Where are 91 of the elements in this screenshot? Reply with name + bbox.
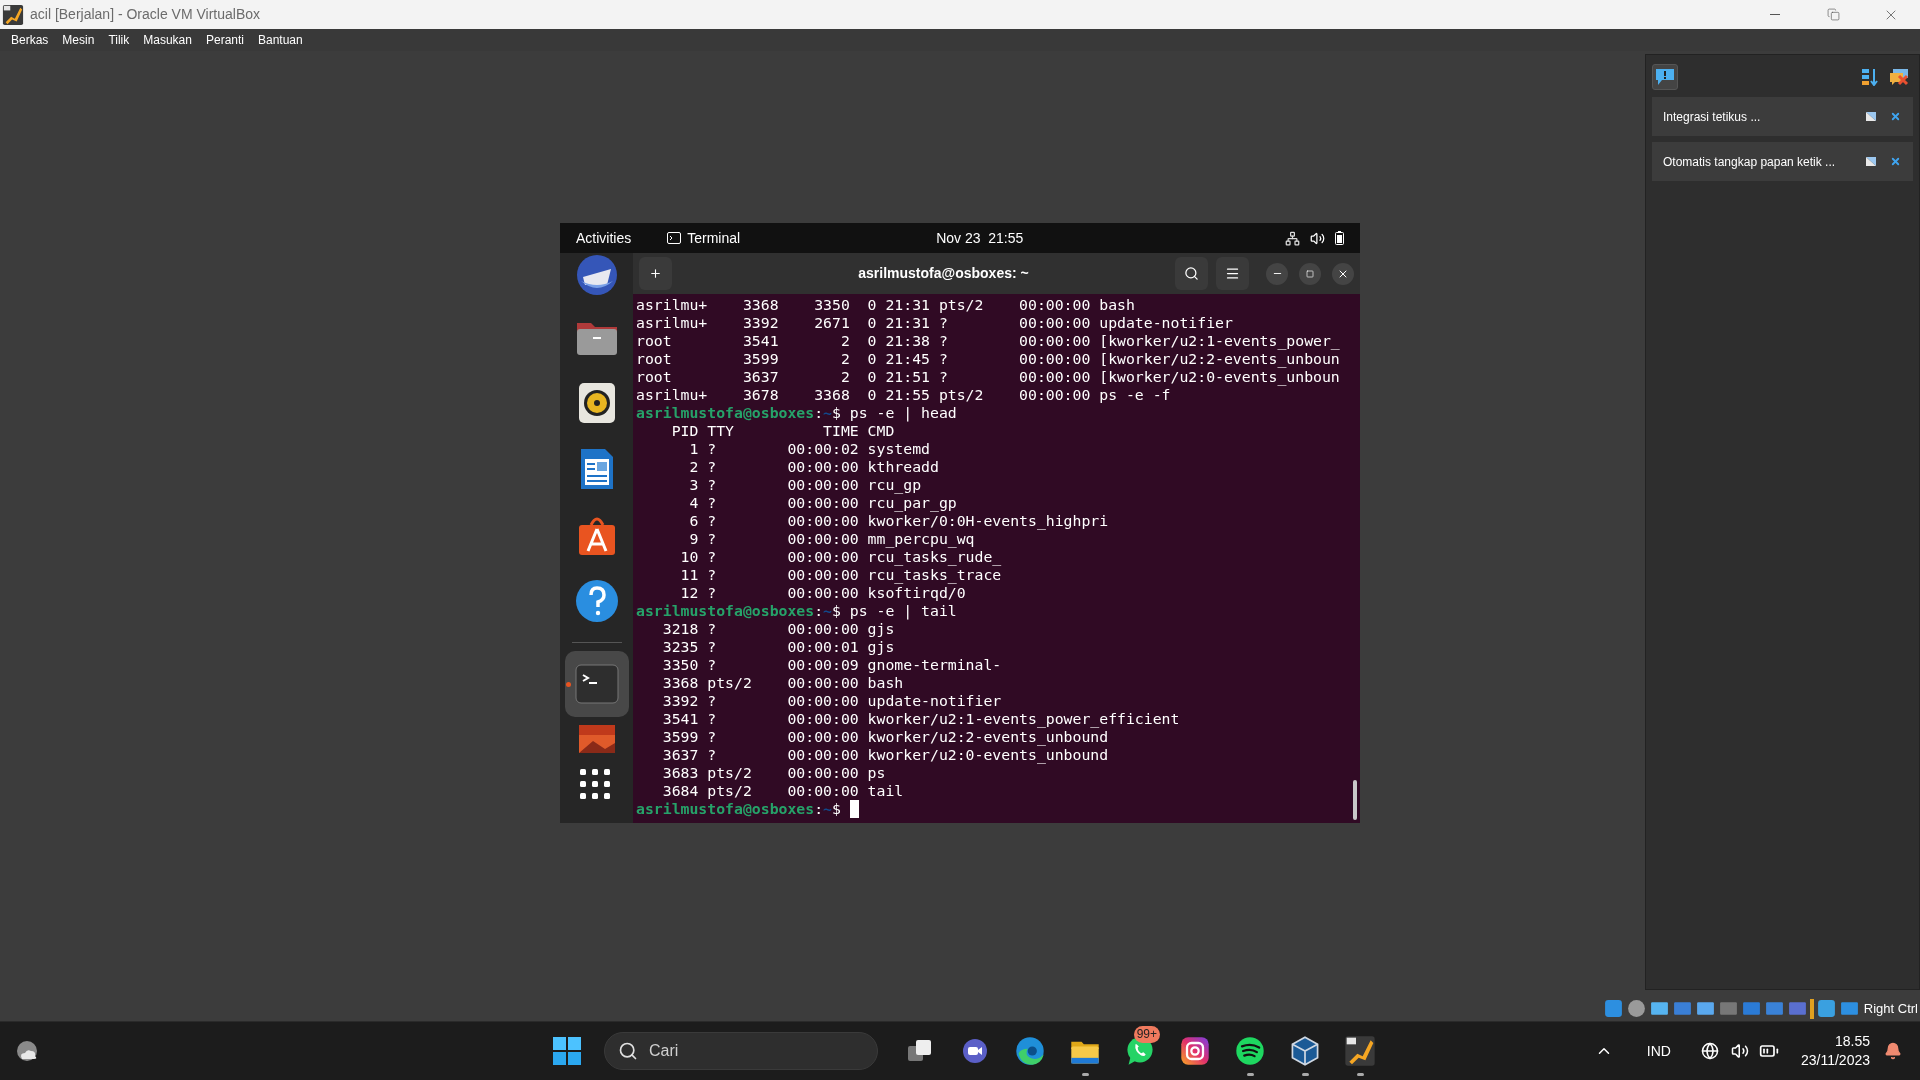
output-line: 3637 ? 00:00:00 kworker/u2:0-events_unbound [661, 746, 1109, 764]
notification-text: Integrasi tetikus ... [1663, 108, 1761, 126]
app-icon [2, 3, 24, 26]
terminal-icon[interactable] [574, 664, 619, 704]
menu-item[interactable]: Tilik [108, 34, 130, 46]
video-chat-icon[interactable] [961, 1037, 989, 1065]
scrollbar[interactable] [1353, 780, 1357, 820]
output-line: root 3637 2 0 21:51 ? 00:00:00 [kworker/u2:0-events_unboun [636, 368, 1340, 386]
close-icon[interactable] [1890, 156, 1901, 167]
globe-icon[interactable] [1700, 1042, 1719, 1060]
output-line: root 3541 2 0 21:38 ? 00:00:00 [kworker/u2:1-events_power_ [636, 332, 1340, 350]
notification-item[interactable]: Integrasi tetikus ... [1652, 97, 1913, 136]
clock[interactable]: 18.55 23/11/2023 [1800, 1032, 1870, 1070]
notification-item[interactable]: Otomatis tangkap papan ketik ... [1652, 142, 1913, 181]
cube-icon[interactable] [1289, 1035, 1321, 1067]
output-line: 11 ? 00:00:00 rcu_tasks_trace [679, 566, 1002, 584]
output-line: root 3599 2 0 21:45 ? 00:00:00 [kworker/u2:2-events_unboun [636, 350, 1340, 368]
refresh-icon[interactable] [1602, 998, 1624, 1019]
clock[interactable]: Nov 23 21:55 [936, 227, 1024, 249]
menu-item[interactable]: Bantuan [258, 34, 303, 46]
output-line: 9 ? 00:00:00 mm_percpu_wq [688, 530, 975, 548]
prompt-line: asrilmustofa@osboxes:~$ ps -e | tail [636, 602, 957, 620]
output-line: asrilmu+ 3368 3350 0 21:31 pts/2 00:00:00 bash [636, 296, 1135, 314]
taskbar-app[interactable]: 99+ [1120, 1024, 1160, 1078]
camera-icon[interactable] [1179, 1035, 1211, 1067]
image-icon[interactable] [576, 725, 617, 753]
menu-item[interactable]: Berkas [11, 34, 49, 46]
start-icon[interactable] [552, 1036, 582, 1066]
output-line: 3235 ? 00:00:01 gjs [661, 638, 895, 656]
restore-icon [1826, 8, 1840, 21]
activity-icon[interactable] [1809, 998, 1814, 1019]
output-line: 3350 ? 00:00:09 gnome-terminal- [661, 656, 1002, 674]
output-line: 1 ? 00:00:02 systemd [688, 440, 930, 458]
output-line: 3599 ? 00:00:00 kworker/u2:2-events_unbound [661, 728, 1109, 746]
battery-icon[interactable] [1335, 231, 1344, 245]
activities-button[interactable]: Activities [576, 227, 632, 249]
menu-button[interactable] [1216, 257, 1249, 290]
output-line: asrilmu+ 3392 2671 0 21:31 ? 00:00:00 update-notifier [636, 314, 1233, 332]
output-line: 10 ? 00:00:00 rcu_tasks_rude_ [679, 548, 1002, 566]
disc-icon[interactable] [1625, 998, 1647, 1019]
host-key-label: Right Ctrl [1863, 999, 1918, 1018]
notification-text: Otomatis tangkap papan ketik ... [1663, 153, 1836, 171]
search-field[interactable]: Cari [604, 1032, 878, 1070]
alert-bubble-icon [1655, 68, 1675, 86]
search-button[interactable] [1175, 257, 1208, 290]
output-line: 6 ? 00:00:00 kworker/0:0H-events_highpri [688, 512, 1109, 530]
output-line: 3541 ? 00:00:00 kworker/u2:1-events_power_efficient [661, 710, 1180, 728]
output-line: 4 ? 00:00:00 rcu_par_gp [688, 494, 957, 512]
menu-item[interactable]: Peranti [205, 34, 244, 46]
search-icon [1184, 266, 1199, 281]
sort-icon[interactable] [1861, 68, 1879, 86]
menu-item[interactable]: Masukan [143, 34, 192, 46]
close-icon[interactable] [1890, 111, 1901, 122]
menu-item[interactable]: Mesin [62, 34, 95, 46]
terminal-title: asrilmustofa@osboxes: ~ [857, 264, 1030, 283]
output-line: 3 ? 00:00:00 rcu_gp [688, 476, 922, 494]
mouse-integration-icon[interactable] [1815, 998, 1837, 1019]
window-title: acil [Berjalan] - Oracle VM VirtualBox [30, 5, 261, 24]
maximize-button[interactable] [1299, 262, 1321, 285]
maximize-icon [1306, 269, 1314, 278]
notification-badge: 99+ [1133, 1026, 1160, 1043]
output-line: 3684 pts/2 00:00:00 tail [661, 782, 904, 800]
alert-bubble-button[interactable] [1652, 64, 1678, 90]
time: 18.55 [1834, 1032, 1870, 1051]
volume-icon[interactable] [1730, 1042, 1749, 1060]
browser-icon[interactable] [1014, 1035, 1046, 1067]
minimize-icon [1770, 14, 1780, 15]
bell-icon[interactable] [1884, 1042, 1902, 1060]
menu-icon [1225, 266, 1240, 281]
date: 23/11/2023 [1800, 1051, 1870, 1070]
prompt-line: asrilmustofa@osboxes:~$ [636, 800, 859, 818]
output-line: 3218 ? 00:00:00 gjs [661, 620, 895, 638]
clear-all-icon[interactable] [1889, 68, 1909, 86]
app-menu[interactable]: Terminal [667, 227, 741, 249]
output-line: 3368 pts/2 00:00:00 bash [661, 674, 904, 692]
volume-icon[interactable] [1310, 230, 1325, 246]
network-icon[interactable] [1285, 230, 1300, 246]
prompt-line: asrilmustofa@osboxes:~$ ps -e | head [636, 404, 957, 422]
search-icon [618, 1041, 638, 1061]
terminal-icon [667, 232, 682, 244]
plus-icon [649, 267, 662, 280]
output-line: 2 ? 00:00:00 kthreadd [688, 458, 939, 476]
output-line: 12 ? 00:00:00 ksoftirqd/0 [679, 584, 966, 602]
output-line: 3392 ? 00:00:00 update-notifier [661, 692, 1002, 710]
output-line: 3683 pts/2 00:00:00 ps [661, 764, 886, 782]
close-button[interactable] [1332, 262, 1354, 285]
language-indicator[interactable]: IND [1646, 1040, 1671, 1062]
output-line: PID TTY TIME CMD [670, 422, 895, 440]
music-icon[interactable] [1234, 1035, 1266, 1067]
vm-window-icon [1344, 1035, 1376, 1067]
output-line: asrilmu+ 3678 3368 0 21:55 pts/2 00:00:00 ps -e -f [636, 386, 1171, 404]
